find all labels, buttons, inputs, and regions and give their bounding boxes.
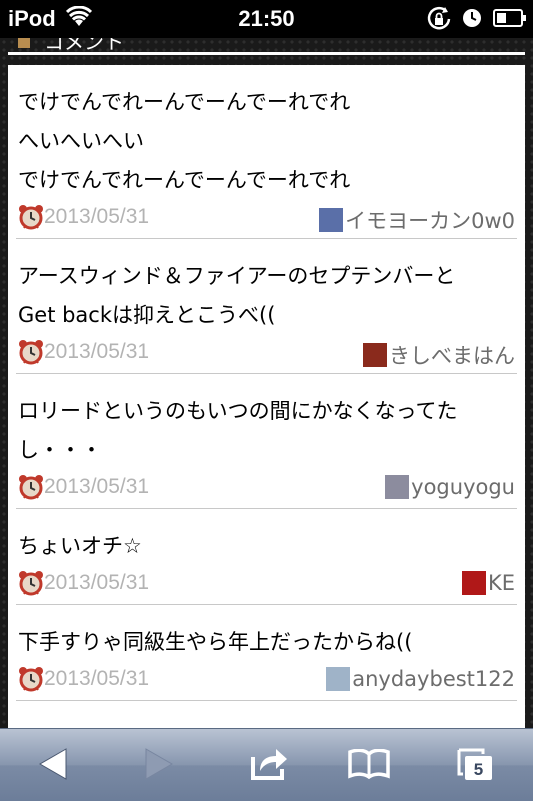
comment-meta: 2013/05/31 KE [16, 566, 517, 604]
rotation-lock-icon [426, 6, 452, 37]
comment-item: ロリードというのもいつの間にかなくなってた し・・・ 2013/05/31 yo… [16, 374, 517, 509]
bookmarks-icon[interactable] [348, 748, 390, 783]
comment-date: 2013/05/31 [44, 475, 150, 498]
comment-text: でけでんでれーんでーんでーれでれ へいへいへい でけでんでれーんでーんでーれでれ [18, 90, 351, 192]
author-name[interactable]: KE [488, 571, 515, 595]
author-avatar[interactable] [363, 343, 387, 367]
share-icon[interactable] [250, 745, 288, 785]
author-avatar[interactable] [385, 475, 410, 499]
comment-date: 2013/05/31 [44, 205, 150, 228]
comment-meta: 2013/05/31 きしべまはん [16, 335, 517, 373]
back-arrow-icon[interactable] [38, 747, 68, 785]
comment-item: アースウィンド＆ファイアーのセプテンバーと Get backは抑えとこうべ(( … [16, 239, 517, 374]
comment-date: 2013/05/31 [44, 571, 150, 594]
comment-text: ロリードというのもいつの間にかなくなってた し・・・ [18, 399, 458, 462]
comment-item: でけでんでれーんでーんでーれでれ へいへいへい でけでんでれーんでーんでーれでれ… [16, 65, 517, 239]
author-avatar[interactable] [319, 208, 344, 232]
author-name[interactable]: きしべまはん [389, 340, 515, 370]
alarm-clock-icon [18, 666, 44, 696]
comment-meta: 2013/05/31 yoguyogu [16, 470, 517, 508]
tabs-icon[interactable]: 5 [456, 746, 496, 786]
browser-toolbar: 5 [0, 728, 533, 801]
comment-text: ちょいオチ☆ [18, 534, 142, 558]
comment-date: 2013/05/31 [44, 667, 150, 690]
tab-count: 5 [474, 760, 483, 779]
comment-header-icon [18, 38, 30, 48]
comment-author[interactable]: yoguyogu [385, 475, 515, 499]
alarm-clock-icon [462, 8, 482, 33]
forward-arrow-icon[interactable] [144, 747, 174, 785]
alarm-clock-icon [18, 204, 44, 234]
alarm-clock-icon [18, 570, 44, 600]
comment-author[interactable]: きしべまはん [363, 340, 515, 370]
author-avatar[interactable] [326, 667, 351, 691]
comment-item: ちょいオチ☆ 2013/05/31 KE [16, 509, 517, 605]
status-time: 21:50 [238, 6, 295, 31]
comments-panel[interactable]: でけでんでれーんでーんでーれでれ へいへいへい でけでんでれーんでーんでーれでれ… [8, 65, 525, 728]
author-name[interactable]: anydaybest122 [352, 667, 515, 691]
author-avatar[interactable] [461, 571, 486, 595]
comment-meta: 2013/05/31 anydaybest122 [16, 662, 517, 700]
comment-item: 下手すりゃ同級生やら年上だったからね(( 2013/05/31 anydaybe… [16, 605, 517, 701]
comment-meta: 2013/05/31 イモヨーカン0w0 [16, 200, 517, 238]
status-bar: iPod 21:50 [0, 0, 533, 38]
header-divider [8, 52, 525, 55]
comment-author[interactable]: KE [461, 571, 515, 595]
comment-author[interactable]: anydaybest122 [326, 667, 515, 691]
comment-author[interactable]: イモヨーカン0w0 [319, 205, 515, 235]
alarm-clock-icon [18, 474, 44, 504]
alarm-clock-icon [18, 339, 44, 369]
comment-text: アースウィンド＆ファイアーのセプテンバーと Get backは抑えとこうべ(( [18, 264, 456, 327]
battery-icon [493, 9, 527, 32]
author-name[interactable]: イモヨーカン0w0 [345, 205, 515, 235]
author-name[interactable]: yoguyogu [411, 475, 515, 499]
comment-text: 下手すりゃ同級生やら年上だったからね(( [18, 630, 413, 654]
comment-date: 2013/05/31 [44, 340, 150, 363]
